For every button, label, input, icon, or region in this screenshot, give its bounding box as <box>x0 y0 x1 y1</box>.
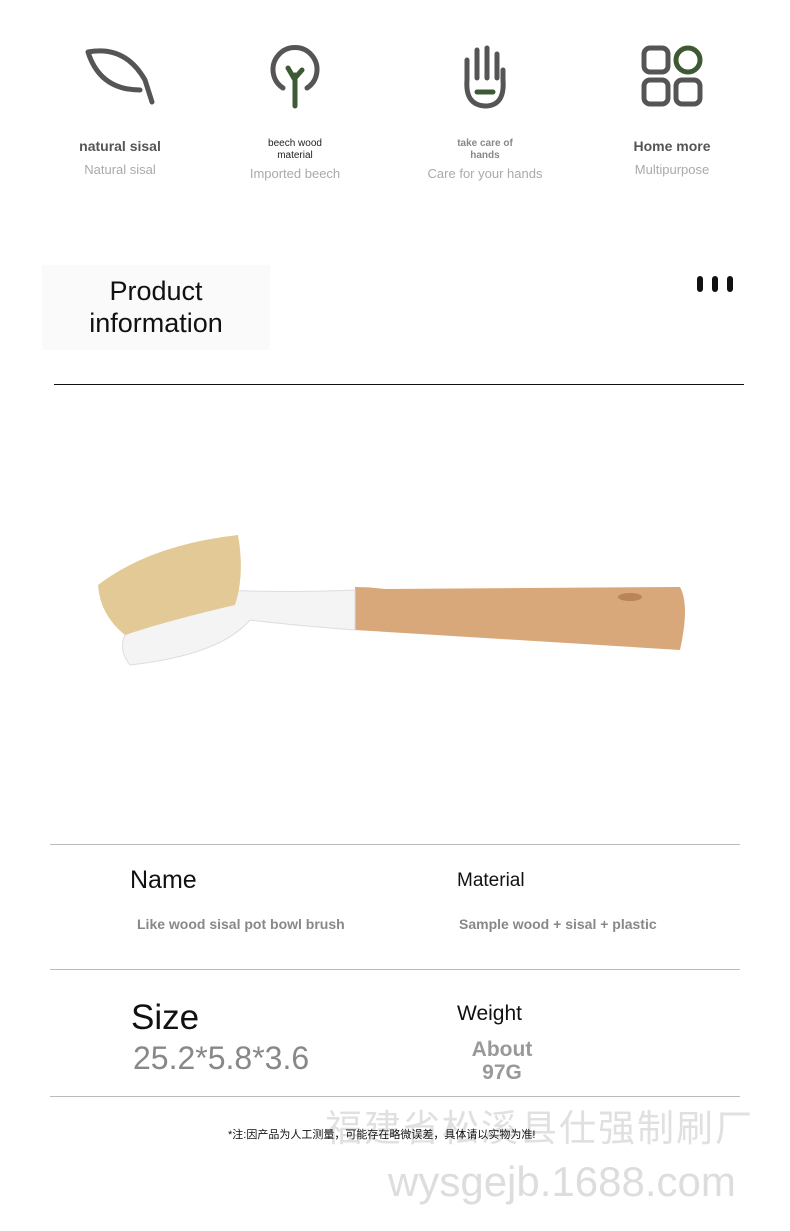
section-title: Product information <box>42 265 270 350</box>
feature-beech-wood: beech wood material Imported beech <box>210 138 380 181</box>
brush-image <box>98 535 685 666</box>
feature-subtitle: Imported beech <box>249 166 341 181</box>
name-label: Name <box>130 866 197 894</box>
watermark-company: 福建省松溪县仕强制刷厂 <box>325 1108 754 1149</box>
divider <box>50 844 740 845</box>
product-page: natural sisal Natural sisal beech wood ma… <box>0 0 790 1231</box>
dots-icon <box>697 276 733 297</box>
feature-title: take care of hands <box>457 138 513 161</box>
tree-icon <box>210 40 380 110</box>
material-label: Material <box>457 870 525 891</box>
hand-icon <box>400 40 570 110</box>
feature-natural-sisal: natural sisal Natural sisal <box>35 138 205 177</box>
feature-subtitle: Natural sisal <box>84 162 156 177</box>
size-label: Size <box>131 998 200 1037</box>
feature-title: beech wood material <box>268 138 322 161</box>
feature-hands: take care of hands Care for your hands <box>400 138 570 181</box>
watermark-site: wysgejb.1688.com <box>388 1158 736 1205</box>
feature-title: natural sisal <box>79 138 161 154</box>
divider <box>50 969 740 970</box>
feature-subtitle: Multipurpose <box>634 162 710 177</box>
leaf-icon <box>35 40 205 110</box>
measurement-note: *注:因产品为人工测量，可能存在略微误差，具体请以实物为准! <box>228 1129 536 1141</box>
weight-value: About 97G <box>471 1038 533 1084</box>
feature-multipurpose: Home more Multipurpose <box>587 138 757 177</box>
feature-subtitle: Care for your hands <box>427 166 543 181</box>
divider <box>50 1096 740 1097</box>
size-value: 25.2*5.8*3.6 <box>133 1040 310 1076</box>
name-value: Like wood sisal pot bowl brush <box>137 916 345 932</box>
weight-label: Weight <box>457 1002 522 1025</box>
material-value: Sample wood + sisal + plastic <box>459 916 657 932</box>
divider <box>54 384 744 385</box>
grid-icon <box>587 40 757 110</box>
feature-title: Home more <box>633 138 711 154</box>
